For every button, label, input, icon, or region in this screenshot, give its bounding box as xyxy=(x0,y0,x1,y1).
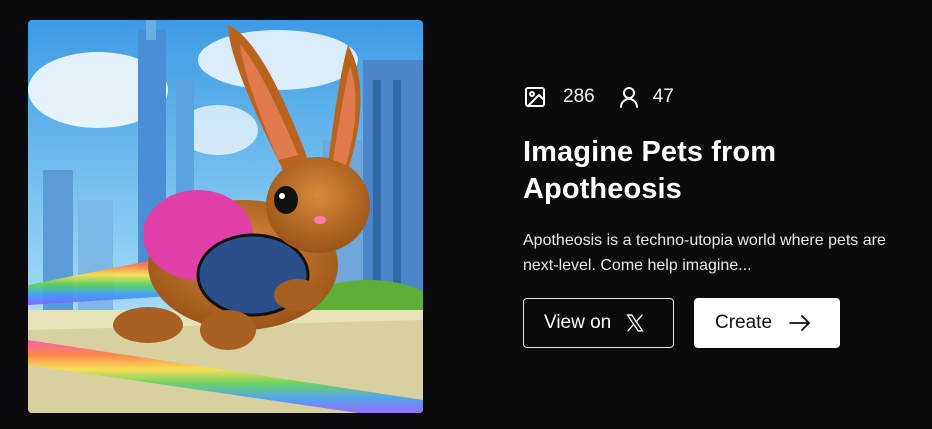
create-button[interactable]: Create xyxy=(694,298,840,348)
collection-artwork[interactable] xyxy=(28,20,423,413)
image-count: 286 xyxy=(523,85,595,109)
member-count-value: 47 xyxy=(652,86,674,107)
stats-row: 286 47 xyxy=(523,84,923,110)
arrow-right-icon xyxy=(789,315,810,331)
user-icon xyxy=(619,87,638,108)
collection-card: 286 47 Imagine Pets from Apotheosis Apot… xyxy=(0,0,932,429)
image-icon xyxy=(525,87,545,107)
view-on-x-label: View on xyxy=(544,312,612,333)
collection-title: Imagine Pets from Apotheosis xyxy=(523,136,777,205)
action-buttons: View on Create xyxy=(523,298,923,348)
collection-description: Apotheosis is a techno-utopia world wher… xyxy=(523,232,886,274)
x-logo-icon xyxy=(626,314,645,332)
view-on-x-button[interactable]: View on xyxy=(523,298,674,348)
image-count-value: 286 xyxy=(563,86,595,107)
member-count: 47 xyxy=(617,85,674,109)
collection-info: 286 47 Imagine Pets from Apotheosis Apot… xyxy=(523,84,923,348)
create-label: Create xyxy=(715,312,773,333)
